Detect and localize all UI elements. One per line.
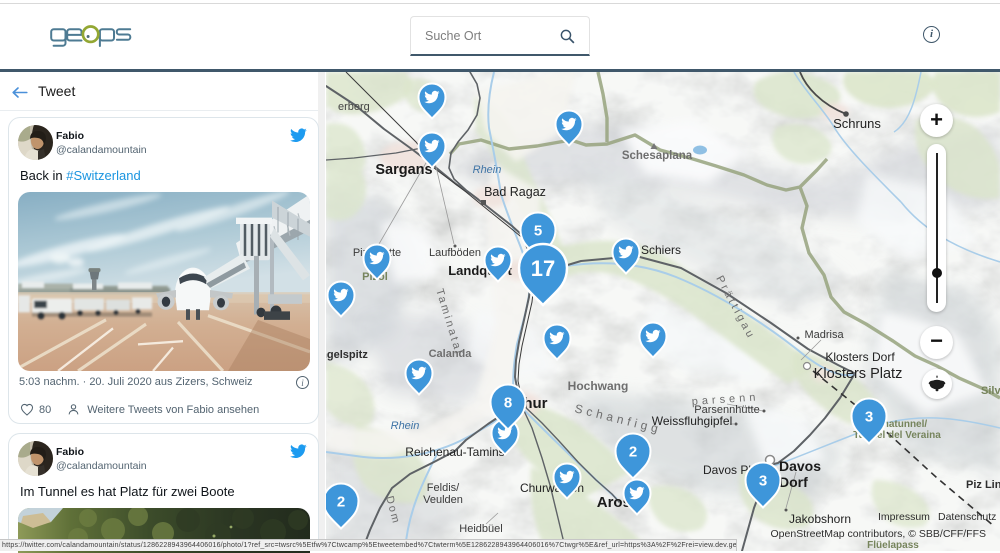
svg-text:Heidbüel: Heidbüel — [459, 523, 502, 535]
svg-text:Sargans: Sargans — [375, 162, 432, 178]
svg-text:Reichenau-Tamins: Reichenau-Tamins — [405, 445, 504, 459]
svg-text:Klosters Dorf: Klosters Dorf — [825, 350, 895, 364]
svg-text:5: 5 — [534, 223, 542, 240]
svg-text:Schesaplana: Schesaplana — [622, 150, 693, 162]
svg-text:Veulden: Veulden — [423, 494, 463, 506]
svg-text:Davos Pl: Davos Pl — [703, 463, 751, 477]
svg-text:3: 3 — [865, 409, 873, 426]
svg-text:Bad Ragaz: Bad Ragaz — [484, 185, 546, 199]
svg-text:8: 8 — [504, 395, 512, 412]
svg-text:Weissfluhgipfel: Weissfluhgipfel — [652, 414, 732, 428]
svg-text:Madrisa: Madrisa — [804, 329, 844, 341]
svg-text:17: 17 — [531, 256, 555, 281]
svg-text:Silvret: Silvret — [981, 385, 1000, 397]
svg-text:Davos: Davos — [779, 458, 821, 474]
svg-text:Jakobshorn: Jakobshorn — [789, 512, 851, 526]
svg-text:Datenschutz: Datenschutz — [938, 511, 996, 523]
svg-text:Schiers: Schiers — [641, 243, 681, 257]
svg-text:ngelspitz: ngelspitz — [326, 349, 368, 361]
svg-text:erberg: erberg — [338, 101, 370, 113]
svg-text:2: 2 — [629, 444, 637, 461]
svg-text:Klosters Platz: Klosters Platz — [814, 366, 903, 382]
svg-text:Hochwang: Hochwang — [568, 379, 629, 393]
svg-text:2: 2 — [337, 494, 345, 511]
svg-text:Feldis/: Feldis/ — [427, 482, 460, 494]
svg-text:Impressum: Impressum — [878, 511, 930, 523]
svg-text:Dorf: Dorf — [779, 474, 808, 490]
svg-text:Flüelapass: Flüelapass — [867, 540, 919, 551]
svg-text:Laufböden: Laufböden — [429, 247, 481, 259]
svg-text:Schruns: Schruns — [833, 116, 881, 131]
svg-text:Piz Linar: Piz Linar — [966, 479, 1000, 491]
svg-text:Calanda: Calanda — [429, 348, 473, 360]
svg-text:Rhein: Rhein — [391, 420, 420, 432]
svg-text:3: 3 — [759, 473, 767, 490]
svg-text:OpenStreetMap contributors, ©: OpenStreetMap contributors, © SBB/CFF/FF… — [771, 528, 986, 540]
svg-text:Rhein: Rhein — [473, 164, 502, 176]
